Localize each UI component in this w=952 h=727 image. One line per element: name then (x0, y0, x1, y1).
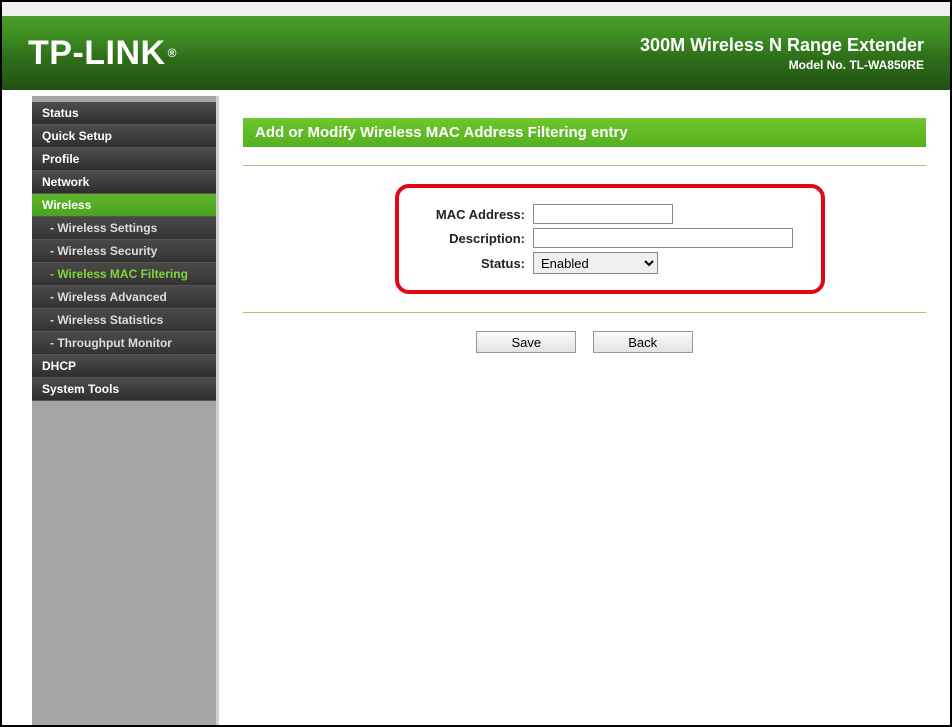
header-right: 300M Wireless N Range Extender Model No.… (640, 35, 924, 72)
sidebar-item-profile[interactable]: Profile (32, 148, 216, 171)
sidebar-label: Wireless (42, 198, 91, 212)
sidebar-item-network[interactable]: Network (32, 171, 216, 194)
divider-line (243, 312, 926, 313)
sidebar-item-status[interactable]: Status (32, 102, 216, 125)
sidebar-label: Quick Setup (42, 129, 112, 143)
sidebar-label: DHCP (42, 359, 76, 373)
sidebar-sub-wireless-security[interactable]: - Wireless Security (32, 240, 216, 263)
sidebar-sub-wireless-settings[interactable]: - Wireless Settings (32, 217, 216, 240)
status-label: Status: (413, 256, 533, 271)
description-input[interactable] (533, 228, 793, 248)
form-row-status: Status: Enabled Disabled (413, 252, 807, 274)
registered-icon: ® (168, 46, 177, 60)
description-label: Description: (413, 231, 533, 246)
sidebar-label: - Wireless Statistics (50, 313, 163, 327)
sidebar-item-dhcp[interactable]: DHCP (32, 355, 216, 378)
sidebar-label: - Throughput Monitor (50, 336, 172, 350)
sidebar-label: - Wireless MAC Filtering (50, 267, 188, 281)
divider-line (243, 165, 926, 166)
sidebar-label: Network (42, 175, 89, 189)
sidebar-item-system-tools[interactable]: System Tools (32, 378, 216, 401)
back-button[interactable]: Back (593, 331, 693, 353)
app-window: TP-LINK® 300M Wireless N Range Extender … (0, 0, 952, 727)
form-row-mac: MAC Address: (413, 204, 807, 224)
sidebar-label: - Wireless Advanced (50, 290, 167, 304)
header: TP-LINK® 300M Wireless N Range Extender … (2, 2, 950, 90)
body: Status Quick Setup Profile Network Wirel… (2, 90, 950, 725)
sidebar-label: - Wireless Settings (50, 221, 157, 235)
page-title: Add or Modify Wireless MAC Address Filte… (243, 118, 926, 147)
mac-address-input[interactable] (533, 204, 673, 224)
button-row: Save Back (243, 331, 926, 353)
brand-logo: TP-LINK® (28, 34, 177, 73)
product-name: 300M Wireless N Range Extender (640, 35, 924, 56)
logo-text: TP-LINK (28, 34, 166, 73)
sidebar-sub-wireless-advanced[interactable]: - Wireless Advanced (32, 286, 216, 309)
form-row-description: Description: (413, 228, 807, 248)
sidebar-item-quick-setup[interactable]: Quick Setup (32, 125, 216, 148)
mac-address-label: MAC Address: (413, 207, 533, 222)
status-select[interactable]: Enabled Disabled (533, 252, 658, 274)
sidebar: Status Quick Setup Profile Network Wirel… (32, 96, 216, 725)
sidebar-label: - Wireless Security (50, 244, 157, 258)
sidebar-label: System Tools (42, 382, 119, 396)
form-highlight-box: MAC Address: Description: Status: Enable… (395, 184, 825, 294)
sidebar-sub-throughput-monitor[interactable]: - Throughput Monitor (32, 332, 216, 355)
save-button[interactable]: Save (476, 331, 576, 353)
sidebar-sub-wireless-statistics[interactable]: - Wireless Statistics (32, 309, 216, 332)
sidebar-sub-wireless-mac-filtering[interactable]: - Wireless MAC Filtering (32, 263, 216, 286)
main-content: Add or Modify Wireless MAC Address Filte… (219, 96, 950, 725)
sidebar-label: Profile (42, 152, 79, 166)
sidebar-item-wireless[interactable]: Wireless (32, 194, 216, 217)
sidebar-label: Status (42, 106, 79, 120)
model-number: Model No. TL-WA850RE (640, 58, 924, 72)
